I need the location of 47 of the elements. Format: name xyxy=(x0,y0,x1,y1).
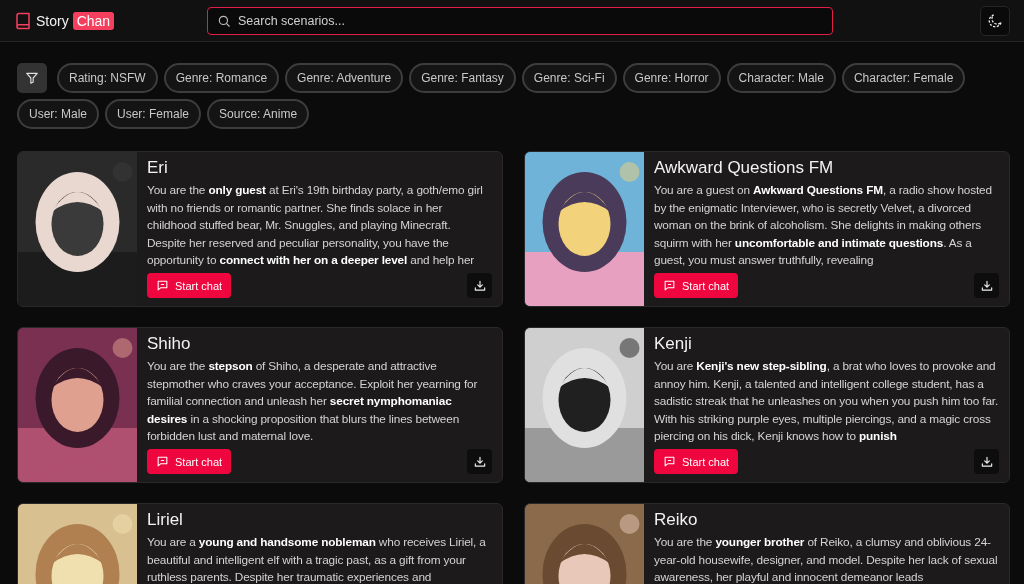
download-icon xyxy=(472,454,487,469)
card-title: Shiho xyxy=(147,334,192,354)
download-button[interactable] xyxy=(467,449,492,474)
logo-badge: Chan xyxy=(72,11,115,30)
download-button[interactable] xyxy=(974,449,999,474)
card-description: You are Kenji's new step-sibling, a brat who loves to provoke and annoy him. Kenji, a talented and intelligent college student, has a sadistic streak that he unleashes on you when you push him too far. With his striking purple eyes, multiple piercings, and a magic cross piercing on his dick, Kenji knows how to punish xyxy=(654,358,999,446)
card-title: Eri xyxy=(147,158,169,178)
download-icon xyxy=(472,278,487,293)
card-title: Awkward Questions FM xyxy=(654,158,835,178)
card-title: Reiko xyxy=(654,510,699,530)
card-description: You are a guest on Awkward Questions FM, a radio show hosted by the enigmatic Interviewer, who is secretly Velvet, a divorced woman on the brink of alcoholism. She delights in making others squirm with her uncomfortable and intimate questions. As a guest, you must answer truthfully, revealing xyxy=(654,182,993,270)
filter-chip[interactable]: Character: Male xyxy=(726,63,836,93)
filter-chip[interactable]: User: Female xyxy=(105,99,202,129)
card-description: You are the stepson of Shiho, a desperate and attractive stepmother who craves your acceptance. Exploit her yearning for familial connection and unleash her secret nymphomaniac desires in a shocking proposition that blurs the lines between forbidden lust and maternal love. xyxy=(147,358,479,446)
start-chat-button[interactable]: Start chat xyxy=(654,273,739,298)
download-button[interactable] xyxy=(467,273,492,298)
card-description: You are the younger brother of Reiko, a clumsy and oblivious 24-year-old housewife, designer, and model. Despite her lack of sexual awareness, her playful and innocent demeanor leads xyxy=(654,534,999,584)
start-chat-button[interactable]: Start chat xyxy=(147,273,232,298)
filter-icon xyxy=(25,71,39,85)
book-icon xyxy=(14,11,32,30)
filter-chip[interactable]: Genre: Sci-Fi xyxy=(521,63,617,93)
filter-chip[interactable]: Genre: Fantasy xyxy=(409,63,516,93)
chat-icon xyxy=(663,279,676,292)
chat-icon xyxy=(156,279,169,292)
card-title: Kenji xyxy=(654,334,693,354)
card-description: You are the only guest at Eri's 19th birthday party, a goth/emo girl with no friends or romantic partner. She finds solace in her childhood stuffed bear, Mr. Snuggles, and playing Minecraft. Despite her reserved and peculiar personality, you have the opportunity to connect with her on a deeper level and help her xyxy=(147,182,484,270)
chat-icon xyxy=(156,455,169,468)
theme-toggle-button[interactable] xyxy=(980,5,1010,36)
search-field[interactable]: Search scenarios... xyxy=(207,6,833,35)
filter-chip[interactable]: Genre: Adventure xyxy=(285,63,404,93)
filter-chip[interactable]: Genre: Horror xyxy=(622,63,721,93)
search-icon xyxy=(217,13,231,28)
filter-chip[interactable]: User: Male xyxy=(17,99,99,129)
download-icon xyxy=(979,454,994,469)
card-title: Liriel xyxy=(147,510,184,530)
filter-chip[interactable]: Character: Female xyxy=(841,63,966,93)
filter-button[interactable] xyxy=(17,63,47,93)
download-icon xyxy=(979,278,994,293)
filter-chip[interactable]: Genre: Romance xyxy=(163,63,280,93)
start-chat-button[interactable]: Start chat xyxy=(654,449,739,474)
filter-chip[interactable]: Rating: NSFW xyxy=(57,63,158,93)
logo-text: Story xyxy=(36,12,69,29)
download-button[interactable] xyxy=(974,273,999,298)
filter-chip[interactable]: Source: Anime xyxy=(207,99,310,129)
card-description: You are a young and handsome nobleman who receives Liriel, a beautiful and intelligent elf with a tragic past, as a gift from your ruthless parents. Despite her traumatic experiences and xyxy=(147,534,487,584)
chat-icon xyxy=(663,455,676,468)
start-chat-button[interactable]: Start chat xyxy=(147,449,232,474)
